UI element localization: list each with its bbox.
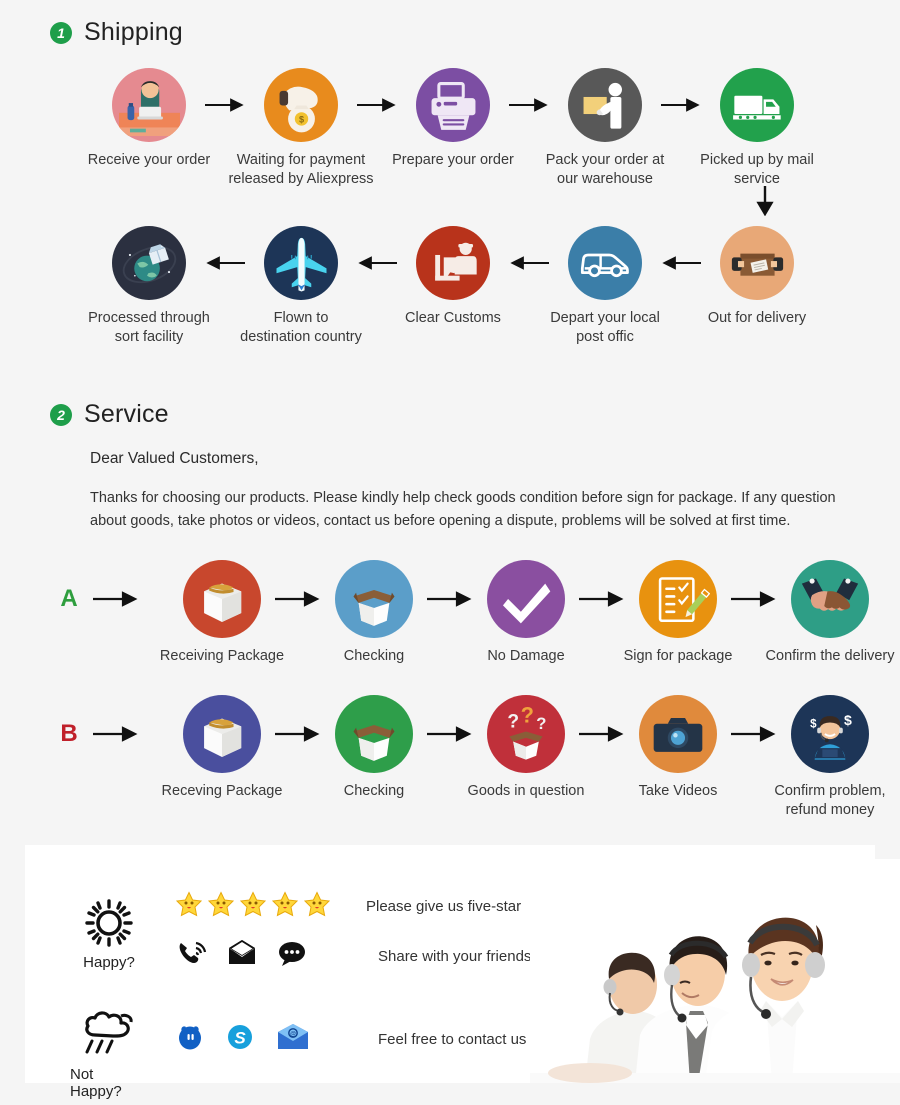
service-title: Service [84, 400, 169, 428]
arrow-right-icon [86, 560, 146, 638]
email-icon[interactable]: @ [276, 1023, 310, 1056]
contact-panel: Happy? Please give us five-star Share wi… [25, 845, 900, 1100]
service-step-number: 2 [50, 403, 72, 426]
flow-step[interactable]: Depart your local post offic [529, 226, 681, 346]
qq-icon[interactable] [176, 1023, 204, 1056]
service-flow-row-b: B Receving Package Checking??? Goods in que… [52, 695, 900, 819]
sun-icon [83, 895, 135, 952]
flow-step-label: Flown to destination country [240, 310, 362, 345]
shipping-step-number: 1 [50, 21, 72, 44]
envelope-icon[interactable] [226, 939, 258, 974]
phone-ring-icon[interactable] [176, 939, 208, 974]
svg-text:$: $ [810, 719, 817, 731]
flow-step[interactable]: Clear Customs [377, 226, 529, 328]
flow-step-label: Confirm problem, refund money [774, 783, 886, 818]
speech-bubble-icon[interactable] [276, 939, 308, 974]
flow-step[interactable]: Flown to destination country [225, 226, 377, 346]
shipping-flow-row-1: Receive your order $ Waiting for payment r… [73, 68, 833, 188]
flow-step[interactable]: $ $ Confirm problem, refund money [754, 695, 900, 819]
flow-step[interactable]: $ Waiting for payment released by Aliexpr… [225, 68, 377, 188]
shipping-title: Shipping [84, 18, 183, 46]
flow-step-label: Out for delivery [707, 310, 807, 326]
flow-step-label: Receive your order [87, 152, 211, 168]
flow-step-label: Picked up by mail service [700, 152, 814, 187]
flow-step-label: Checking [343, 783, 405, 799]
service-flow-row-a: A Receiving Package Checking No Damage Sign … [52, 560, 900, 666]
page-root: 1 Shipping Receive your order $ Waiting fo… [0, 0, 900, 1105]
signed-document-icon [639, 560, 717, 638]
flow-step-label: Receiving Package [159, 648, 285, 664]
happy-mood: Happy? [70, 895, 148, 971]
star-icon[interactable] [175, 890, 203, 922]
star-rating [175, 890, 331, 922]
flow-step[interactable]: Prepare your order [377, 68, 529, 170]
svg-text:?: ? [536, 714, 546, 733]
flow-step-label: Waiting for payment released by Aliexpre… [228, 152, 374, 187]
question-box-icon: ??? [487, 695, 565, 773]
service-section-heading: 2 Service [50, 400, 169, 429]
not-happy-label: Not Happy? [70, 1066, 122, 1100]
flow-step-label: Confirm the delivery [765, 648, 895, 664]
flow-step[interactable]: Confirm the delivery [754, 560, 900, 666]
salutation-text: Dear Valued Customers, [90, 450, 259, 467]
not-happy-mood: Not Happy? [70, 1009, 148, 1100]
hand-money-bag-icon: $ [264, 68, 338, 142]
worker-packing-icon [568, 68, 642, 142]
star-icon[interactable] [303, 890, 331, 922]
svg-text:$: $ [844, 712, 852, 728]
closed-box-icon [183, 560, 261, 638]
printer-icon [416, 68, 490, 142]
agent-laptop-money-icon: $ $ [791, 695, 869, 773]
flow-step[interactable]: Receive your order [73, 68, 225, 170]
svg-text:@: @ [290, 1032, 296, 1038]
flow-step-label: Depart your local post offic [550, 310, 660, 345]
delivery-truck-icon [720, 68, 794, 142]
closed-box-icon [183, 695, 261, 773]
flow-step[interactable]: Pack your order at our warehouse [529, 68, 681, 188]
flow-step-label: Take Videos [638, 783, 718, 799]
svg-text:?: ? [507, 712, 519, 733]
airplane-icon [264, 226, 338, 300]
svg-text:$: $ [298, 114, 303, 124]
delivery-van-icon [568, 226, 642, 300]
svg-text:S: S [234, 1029, 246, 1048]
open-parcel-icon [720, 226, 794, 300]
customs-officer-icon [416, 226, 490, 300]
rain-cloud-icon [78, 1009, 140, 1064]
flow-step-label: No Damage [487, 648, 565, 664]
flow-letter: A [60, 585, 78, 612]
call-center-agents-photo [530, 859, 900, 1083]
globe-parcel-icon [112, 226, 186, 300]
open-box-icon [335, 560, 413, 638]
flow-step-label: Sign for package [623, 648, 733, 664]
service-paragraph: Thanks for choosing our products. Please… [90, 490, 836, 530]
open-box-icon [335, 695, 413, 773]
flow-step-label: Prepare your order [392, 152, 514, 168]
star-icon[interactable] [239, 890, 267, 922]
flow-step-label: Checking [343, 648, 405, 664]
happy-label: Happy? [83, 954, 135, 971]
handshake-icon [791, 560, 869, 638]
camera-icon [639, 695, 717, 773]
svg-text:?: ? [521, 702, 534, 727]
flow-step[interactable]: Processed through sort facility [73, 226, 225, 346]
person-at-desk-icon [112, 68, 186, 142]
shipping-section-heading: 1 Shipping [50, 18, 183, 47]
flow-step-label: Goods in question [467, 783, 585, 799]
star-icon[interactable] [207, 890, 235, 922]
flow-step-label: Processed through sort facility [88, 310, 210, 345]
skype-icon[interactable]: S [226, 1023, 254, 1056]
flow-step-label: Pack your order at our warehouse [545, 152, 665, 187]
arrow-down-icon [752, 186, 778, 216]
flow-step-label: Clear Customs [405, 310, 501, 326]
check-mark-icon [487, 560, 565, 638]
flow-step[interactable]: Out for delivery [681, 226, 833, 328]
arrow-right-icon [86, 695, 146, 773]
flow-letter: B [60, 720, 78, 747]
flow-step[interactable]: Picked up by mail service [681, 68, 833, 188]
flow-step-label: Receving Package [161, 783, 283, 799]
star-icon[interactable] [271, 890, 299, 922]
shipping-flow-row-2: Processed through sort facility Flown to … [73, 226, 833, 346]
